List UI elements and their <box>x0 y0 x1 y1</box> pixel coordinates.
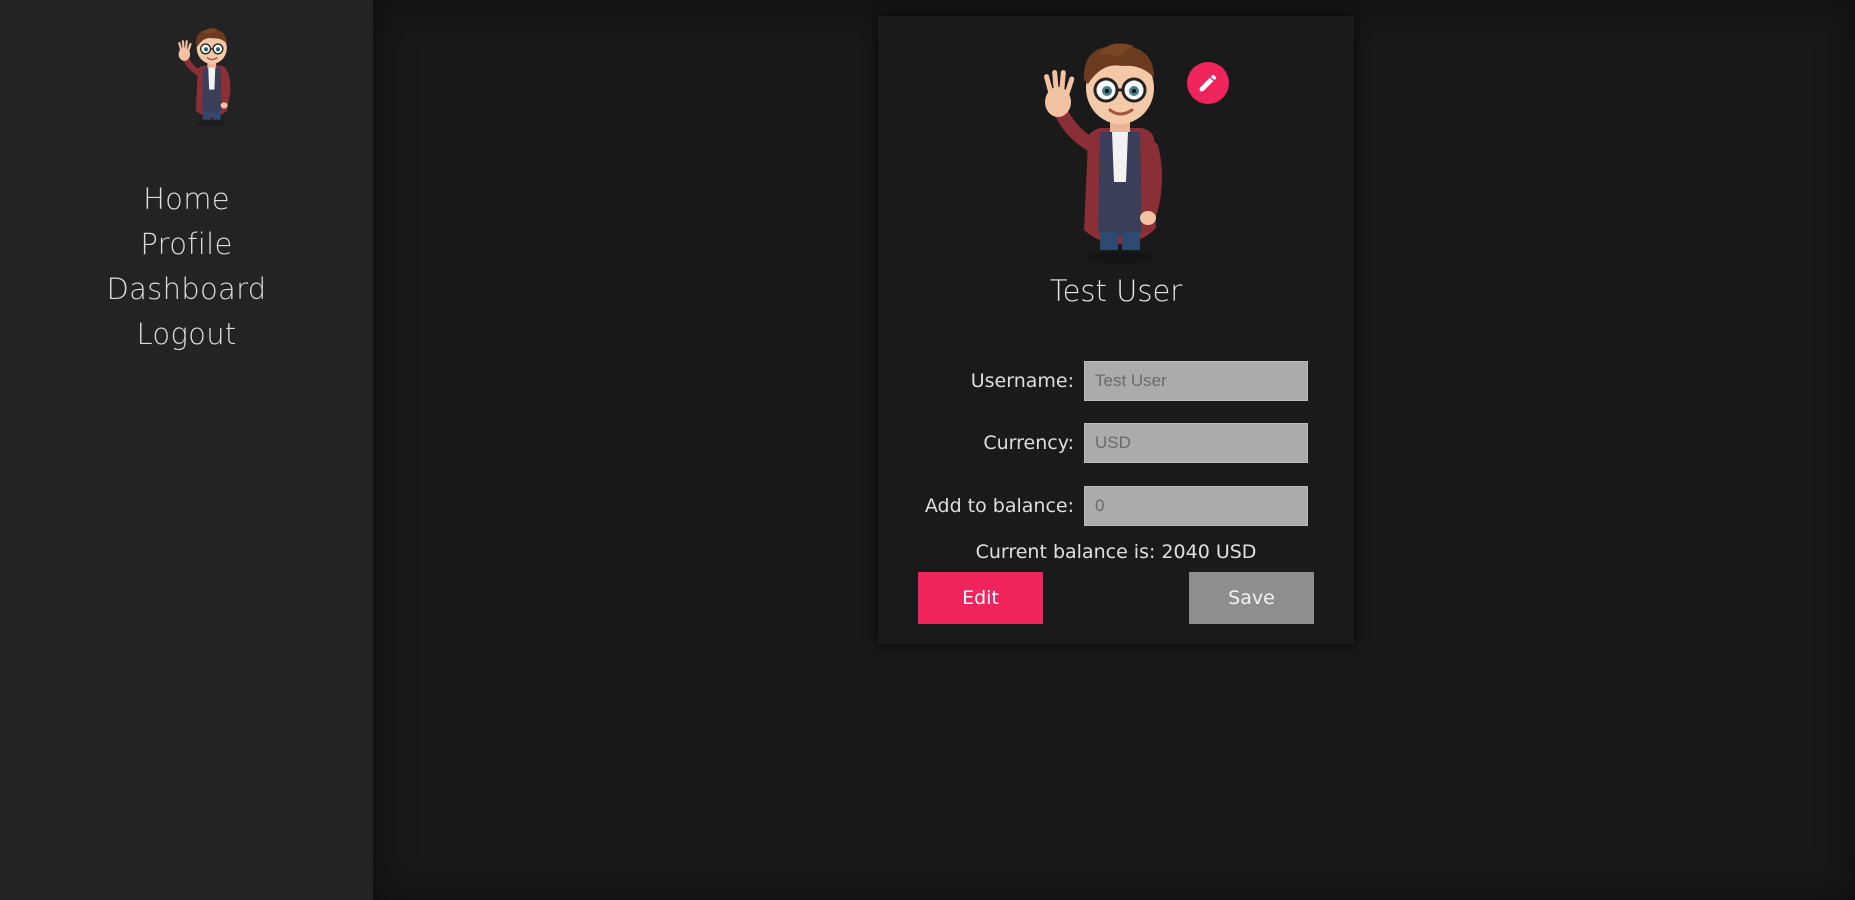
currency-label: Currency: <box>983 432 1074 454</box>
add-balance-label: Add to balance: <box>924 495 1074 517</box>
profile-card: Test User Username: Currency: Add to bal… <box>878 16 1354 644</box>
nav-item-dashboard[interactable]: Dashboard <box>0 267 373 312</box>
add-balance-input[interactable] <box>1084 486 1308 526</box>
avatar <box>178 28 231 126</box>
balance-row: Add to balance: <box>878 486 1354 526</box>
edit-avatar-button[interactable] <box>1187 62 1229 104</box>
currency-row: Currency: <box>878 423 1354 463</box>
nav-item-logout[interactable]: Logout <box>0 312 373 357</box>
pencil-icon <box>1199 74 1217 92</box>
profile-display-name: Test User <box>1049 274 1183 308</box>
username-input[interactable] <box>1084 361 1308 401</box>
profile-avatar <box>1044 43 1163 264</box>
save-button[interactable]: Save <box>1189 572 1314 624</box>
username-label: Username: <box>970 370 1074 392</box>
sidebar: Home Profile Dashboard Logout <box>0 0 373 900</box>
current-balance-text: Current balance is: 2040 USD <box>975 541 1257 563</box>
username-row: Username: <box>878 361 1354 401</box>
edit-button[interactable]: Edit <box>918 572 1043 624</box>
nav-item-home[interactable]: Home <box>0 177 373 222</box>
sidebar-nav: Home Profile Dashboard Logout <box>0 177 373 357</box>
nav-item-profile[interactable]: Profile <box>0 222 373 267</box>
currency-input[interactable] <box>1084 423 1308 463</box>
